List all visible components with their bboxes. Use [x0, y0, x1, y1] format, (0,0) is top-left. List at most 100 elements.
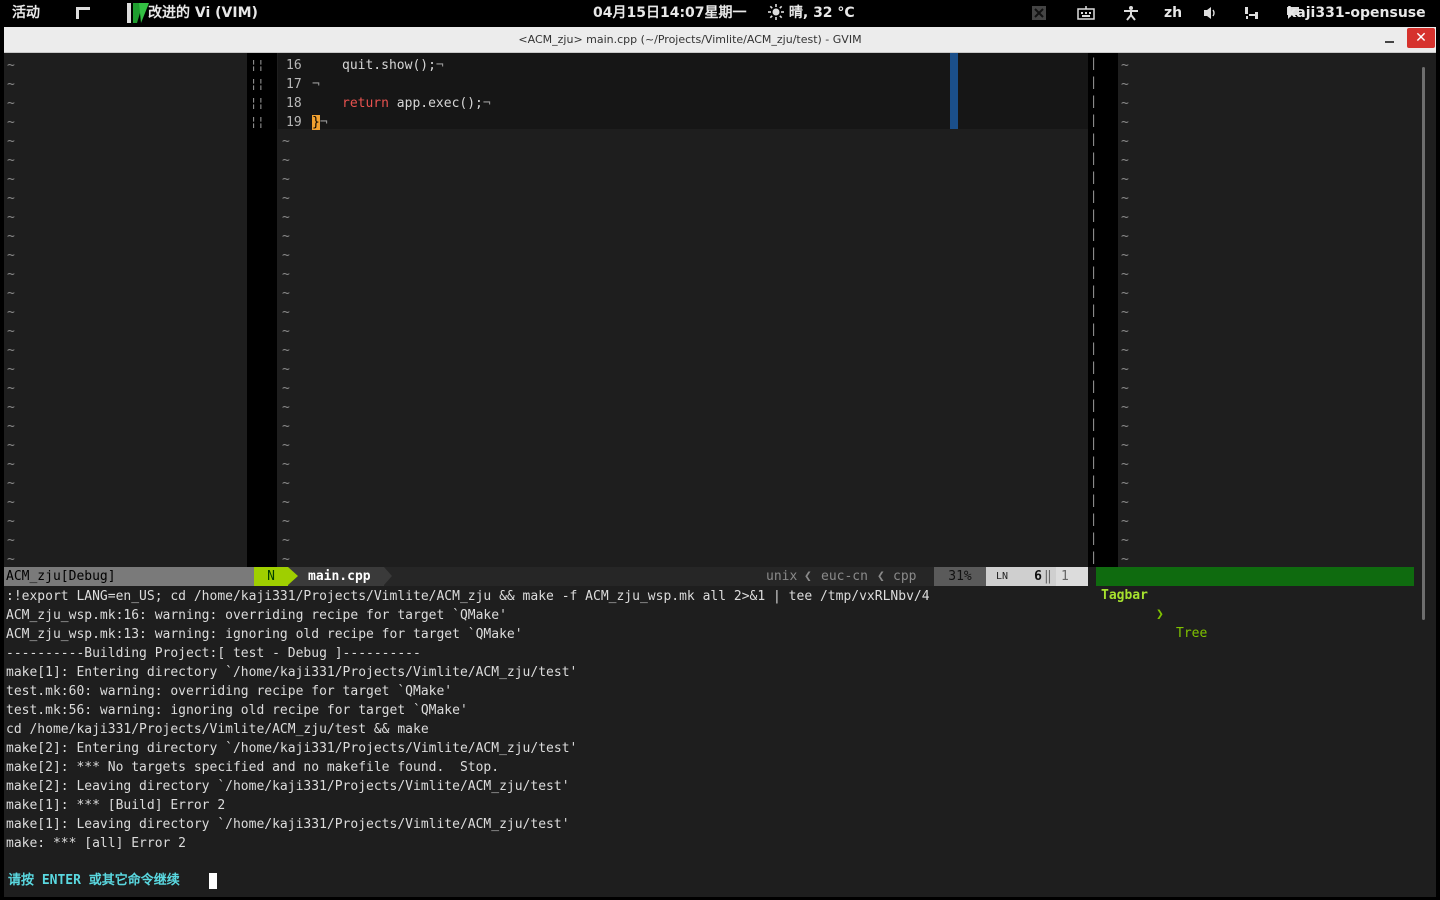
- hit-enter-prompt: 请按 ENTER 或其它命令继续: [8, 873, 180, 888]
- output-line: test.mk:60: warning: overriding recipe f…: [6, 684, 453, 699]
- empty-line-marker: ~: [1121, 495, 1129, 510]
- split-border-icon: |: [1090, 550, 1098, 564]
- encoding: euc-cn: [821, 569, 868, 584]
- filetype: cpp: [893, 569, 917, 584]
- empty-line-marker: ~: [7, 153, 15, 168]
- status-gap: [1088, 567, 1096, 586]
- empty-line-marker: ~: [7, 400, 15, 415]
- empty-line-marker: ~: [1121, 324, 1129, 339]
- tagbar-pane[interactable]: ~ ~ ~ ~ ~ ~ ~ ~ ~ ~ ~ ~ ~ ~ ~ ~ ~ ~ ~ ~ ~ ~ ~ ~ ~ ~ ~: [1118, 53, 1414, 567]
- project-tree-pane[interactable]: ~ ~ ~ ~ ~ ~ ~ ~ ~ ~ ~ ~ ~ ~ ~ ~ ~ ~ ~ ~ ~ ~ ~ ~ ~ ~ ~: [4, 53, 247, 567]
- split-border-icon: |: [1090, 474, 1098, 488]
- empty-line-marker: ~: [1121, 362, 1129, 377]
- split-border-icon: |: [1090, 531, 1098, 545]
- empty-line-marker: ~: [7, 134, 15, 149]
- empty-line-marker: ~: [7, 172, 15, 187]
- code-line: ¬: [312, 75, 320, 94]
- split-border-icon: |: [1090, 284, 1098, 298]
- output-line: make[1]: *** [Build] Error 2: [6, 798, 226, 813]
- keyboard-icon[interactable]: [1077, 5, 1095, 21]
- empty-line-marker: ~: [7, 381, 15, 396]
- output-line: ACM_zju_wsp.mk:13: warning: ignoring old…: [6, 627, 523, 642]
- split-border-icon: |: [1090, 322, 1098, 336]
- powerline-arrow-icon: [384, 567, 392, 585]
- close-square-icon[interactable]: [1031, 5, 1047, 21]
- empty-line-marker: ~: [1121, 514, 1129, 529]
- empty-line-marker: ~: [1121, 476, 1129, 491]
- empty-line-marker: ~: [7, 476, 15, 491]
- weather-indicator[interactable]: 晴, 32 °C: [768, 0, 855, 26]
- empty-line-marker: ~: [1121, 77, 1129, 92]
- user-menu[interactable]: kaji331-opensuse: [1287, 0, 1426, 26]
- empty-line-marker: ~: [1121, 419, 1129, 434]
- empty-line-marker: ~: [282, 172, 290, 187]
- output-line: make[1]: Leaving directory `/home/kaji33…: [6, 817, 570, 832]
- split-border-icon: |: [1090, 170, 1098, 184]
- main-editor-pane[interactable]: 16 quit.show();¬ 17 ¬ 18 return app.exec();¬ 1…: [278, 53, 1088, 567]
- empty-line-marker: ~: [282, 457, 290, 472]
- split-border-icon: |: [1090, 417, 1098, 431]
- empty-line-marker: ~: [1121, 267, 1129, 282]
- output-line: cd /home/kaji331/Projects/Vimlite/ACM_zj…: [6, 722, 429, 737]
- minimize-button[interactable]: [1382, 31, 1398, 47]
- empty-line-marker: ~: [1121, 58, 1129, 73]
- empty-line-marker: ~: [7, 115, 15, 130]
- color-column-marker: [950, 53, 958, 129]
- accessibility-icon[interactable]: [1123, 5, 1139, 21]
- empty-line-marker: ~: [282, 514, 290, 529]
- split-border-icon: |: [1090, 379, 1098, 393]
- empty-line-marker: ~: [1121, 115, 1129, 130]
- output-line: make[1]: Entering directory `/home/kaji3…: [6, 665, 578, 680]
- tagbar-status: Tagbar ❯ Tree: [1096, 567, 1414, 641]
- left-vertical-separator: ¦¦ ¦¦ ¦¦ ¦¦: [247, 53, 277, 567]
- empty-line-marker: ~: [1121, 286, 1129, 301]
- empty-line-marker: ~: [1121, 96, 1129, 111]
- empty-line-marker: ~: [1121, 400, 1129, 415]
- close-button[interactable]: ✕: [1407, 28, 1435, 48]
- window-titlebar[interactable]: <ACM_zju> main.cpp (~/Projects/Vimlite/A…: [4, 27, 1436, 53]
- mode-indicator: N: [254, 567, 288, 586]
- app-name[interactable]: 改进的 Vi (VIM): [148, 0, 258, 26]
- empty-line-marker: ~: [1121, 229, 1129, 244]
- command-output: :!export LANG=en_US; cd /home/kaji331/Pr…: [6, 587, 1416, 887]
- empty-line-marker: ~: [282, 400, 290, 415]
- output-line: ----------Building Project:[ test - Debu…: [6, 646, 421, 661]
- network-icon[interactable]: [1244, 5, 1260, 21]
- empty-line-marker: ~: [1121, 172, 1129, 187]
- scrollbar-thumb[interactable]: [1422, 67, 1425, 620]
- volume-icon[interactable]: [1203, 5, 1219, 21]
- empty-line-marker: ~: [282, 476, 290, 491]
- split-border-icon: |: [1090, 360, 1098, 374]
- line-number: 18: [286, 96, 302, 111]
- empty-line-marker: ~: [1121, 210, 1129, 225]
- split-border-icon: |: [1090, 94, 1098, 108]
- empty-line-marker: ~: [282, 286, 290, 301]
- vertical-scrollbar[interactable]: [1418, 53, 1436, 897]
- split-border-icon: ¦¦: [250, 77, 265, 91]
- empty-line-marker: ~: [282, 305, 290, 320]
- empty-line-marker: ~: [282, 495, 290, 510]
- split-border-icon: |: [1090, 132, 1098, 146]
- empty-line-marker: ~: [7, 267, 15, 282]
- empty-line-marker: ~: [282, 343, 290, 358]
- sun-icon: [768, 4, 784, 20]
- eol-marker: ¬: [482, 96, 491, 111]
- activities-button[interactable]: 活动: [12, 0, 40, 26]
- gnome-top-bar: 活动 改进的 Vi (VIM) 04月15日14:07星期一 晴, 32 °C …: [0, 0, 1440, 26]
- empty-line-marker: ~: [7, 96, 15, 111]
- output-line: ACM_zju_wsp.mk:16: warning: overriding r…: [6, 608, 507, 623]
- right-vertical-separator: | | | | | | | | | | | | | | | | | | | | | | | | | | |: [1088, 53, 1118, 567]
- status-line: ACM_zju[Debug] N main.cpp unix ❮ euc-cn …: [4, 567, 1414, 641]
- empty-line-marker: ~: [7, 457, 15, 472]
- vim-editor[interactable]: ~ ~ ~ ~ ~ ~ ~ ~ ~ ~ ~ ~ ~ ~ ~ ~ ~ ~ ~ ~ ~ ~ ~ ~ ~ ~ ~ ¦¦ ¦¦ ¦¦ ¦¦ 16 q…: [4, 53, 1436, 897]
- split-border-icon: |: [1090, 113, 1098, 127]
- empty-line-marker: ~: [282, 438, 290, 453]
- split-border-icon: ¦¦: [250, 58, 265, 72]
- empty-line-marker: ~: [1121, 457, 1129, 472]
- empty-line-marker: ~: [282, 362, 290, 377]
- clock[interactable]: 04月15日14:07星期一: [593, 0, 747, 26]
- empty-line-marker: ~: [7, 514, 15, 529]
- file-percent: 31%: [934, 567, 986, 586]
- input-method-indicator[interactable]: zh: [1164, 0, 1182, 26]
- empty-line-marker: ~: [282, 153, 290, 168]
